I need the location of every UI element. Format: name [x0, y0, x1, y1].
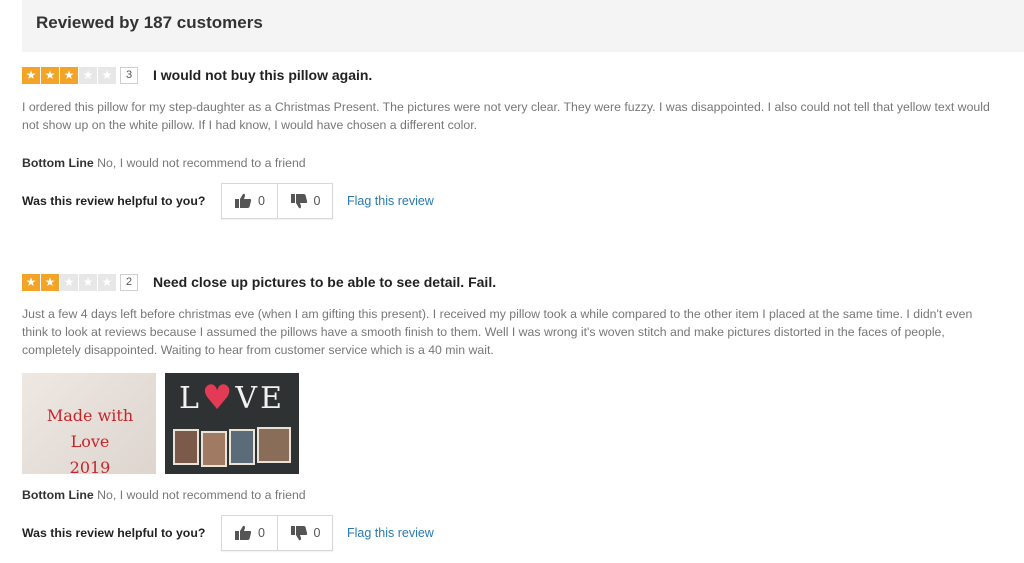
reviews-count-heading: Reviewed by 187 customers	[36, 13, 263, 32]
photo-text-line2: 2019	[69, 458, 111, 474]
bottom-line-label: Bottom Line	[22, 488, 94, 502]
collage-photo	[229, 429, 255, 465]
love-letters-ve: VE	[235, 380, 285, 416]
bottom-line-text: No, I would not recommend to a friend	[97, 488, 306, 502]
thumbs-down-icon	[290, 526, 307, 541]
star-icon: ★	[60, 66, 78, 84]
rating-row: ★ ★ ★ ★ ★ 3 I would not buy this pillow agai…	[22, 66, 1012, 84]
star-icon: ★	[79, 273, 97, 291]
rating-row: ★ ★ ★ ★ ★ 2 Need close up pictures to be abl…	[22, 273, 1012, 291]
flag-review-link[interactable]: Flag this review	[347, 194, 434, 208]
collage-photo	[201, 431, 227, 467]
review-photo-made-with-love[interactable]: Made with Love 2019	[22, 373, 156, 474]
thumbs-up-icon	[235, 525, 252, 540]
star-icon: ★	[79, 66, 97, 84]
vote-group: 0 0	[221, 515, 333, 551]
upvote-count: 0	[258, 526, 265, 540]
downvote-button[interactable]: 0	[277, 184, 332, 218]
downvote-count: 0	[313, 194, 321, 208]
star-icon: ★	[41, 66, 59, 84]
photo-love-word: L ♥ VE	[165, 373, 299, 423]
reviews-summary-bar: Reviewed by 187 customers	[22, 0, 1024, 52]
review-item: ★ ★ ★ ★ ★ 3 I would not buy this pillow agai…	[22, 66, 1012, 219]
upvote-count: 0	[258, 194, 265, 208]
star-icon: ★	[22, 273, 40, 291]
star-icon: ★	[60, 273, 78, 291]
downvote-button[interactable]: 0	[277, 516, 332, 550]
star-icon: ★	[22, 66, 40, 84]
vote-group: 0 0	[221, 183, 333, 219]
upvote-button[interactable]: 0	[222, 516, 277, 550]
bottom-line: Bottom Line No, I would not recommend to…	[22, 156, 1012, 170]
review-title: I would not buy this pillow again.	[153, 67, 373, 83]
photo-text-line1: Made with Love	[46, 406, 134, 451]
thumbs-down-icon	[290, 194, 307, 209]
love-letter-l: L	[179, 380, 202, 416]
star-rating: ★ ★ ★ ★ ★	[22, 66, 117, 84]
review-body: I ordered this pillow for my step-daught…	[22, 100, 990, 132]
collage-photo	[173, 429, 199, 465]
flag-review-link[interactable]: Flag this review	[347, 526, 434, 540]
review-body: Just a few 4 days left before christmas …	[22, 307, 973, 357]
bottom-line: Bottom Line No, I would not recommend to…	[22, 488, 1012, 502]
review-photos: Made with Love 2019 L ♥ VE	[22, 373, 1012, 474]
helpful-question: Was this review helpful to you?	[22, 526, 206, 540]
bottom-line-text: No, I would not recommend to a friend	[97, 156, 306, 170]
helpful-row: Was this review helpful to you? 0 0 Flag…	[22, 183, 1012, 219]
star-icon: ★	[98, 66, 116, 84]
upvote-button[interactable]: 0	[222, 184, 277, 218]
review-item: ★ ★ ★ ★ ★ 2 Need close up pictures to be abl…	[22, 273, 1012, 551]
rating-number: 2	[120, 273, 138, 291]
rating-number: 3	[120, 66, 138, 84]
helpful-question: Was this review helpful to you?	[22, 194, 206, 208]
star-rating: ★ ★ ★ ★ ★	[22, 273, 117, 291]
collage-photo	[257, 427, 291, 463]
review-photo-love-collage[interactable]: L ♥ VE	[165, 373, 299, 474]
star-icon: ★	[41, 273, 59, 291]
helpful-row: Was this review helpful to you? 0 0 Flag…	[22, 515, 1012, 551]
review-title: Need close up pictures to be able to see…	[153, 274, 497, 290]
thumbs-up-icon	[235, 193, 252, 208]
heart-icon: ♥	[201, 378, 236, 418]
bottom-line-label: Bottom Line	[22, 156, 94, 170]
star-icon: ★	[98, 273, 116, 291]
photo-text: Made with Love 2019	[28, 403, 152, 474]
downvote-count: 0	[313, 526, 321, 540]
